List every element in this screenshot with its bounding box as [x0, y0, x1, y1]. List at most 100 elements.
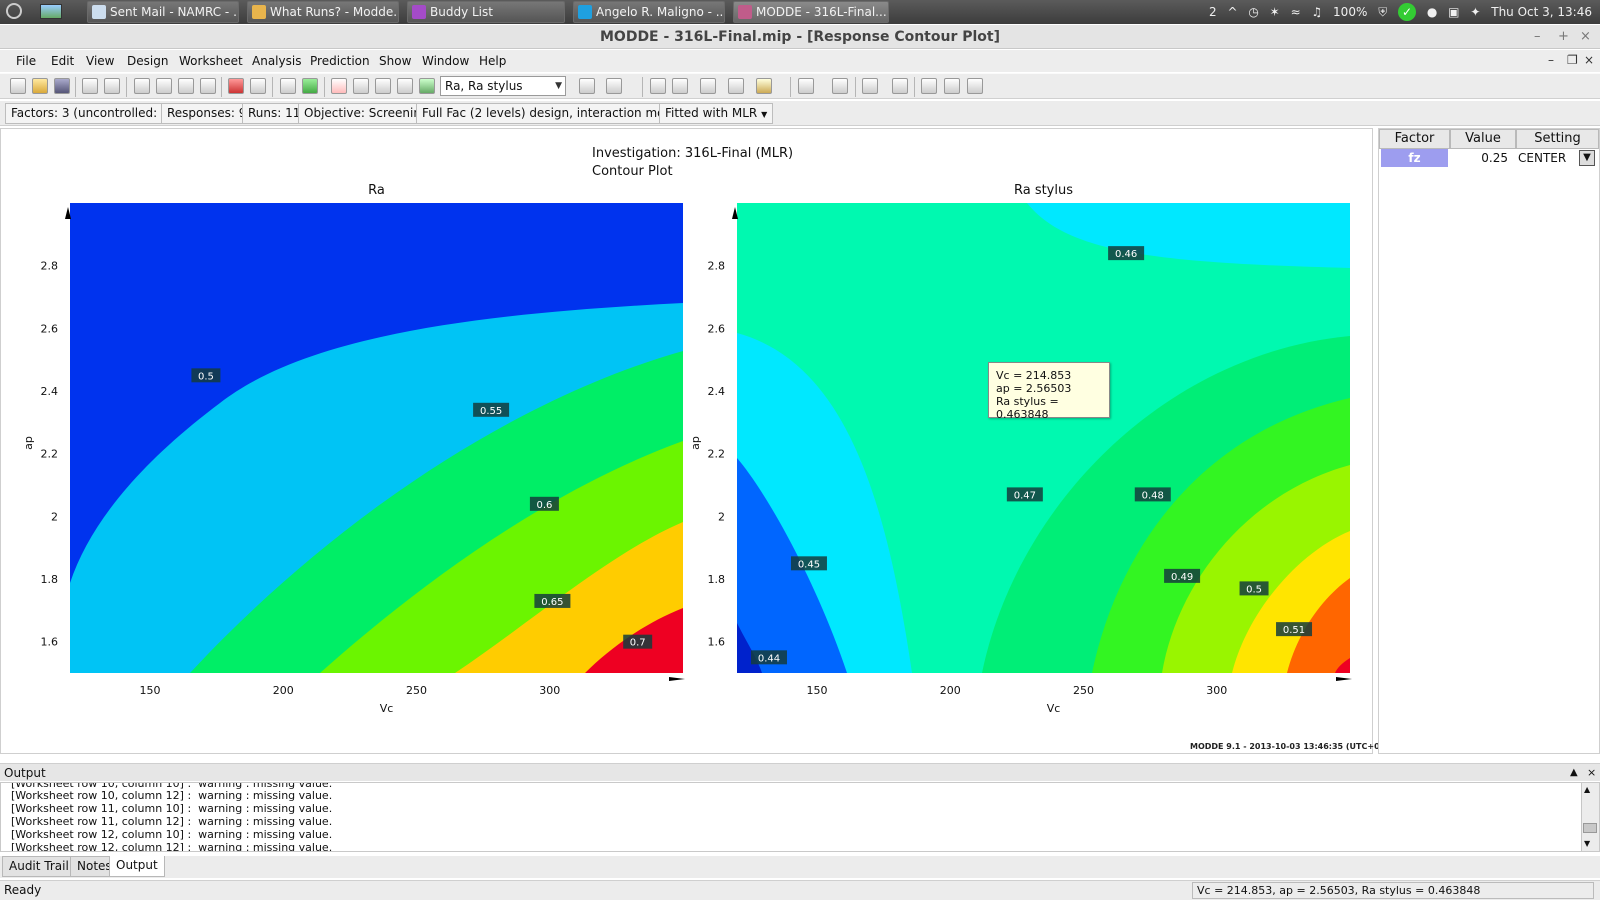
replicate-plot-icon[interactable]: [331, 78, 347, 94]
menu-design[interactable]: Design: [127, 54, 168, 68]
check-icon[interactable]: ✓: [1398, 3, 1417, 21]
histogram-icon[interactable]: [353, 78, 369, 94]
setting-header[interactable]: Setting: [1516, 129, 1599, 149]
zoom-out-icon[interactable]: [892, 78, 908, 94]
modde-icon: [738, 5, 752, 19]
clock-text[interactable]: Thu Oct 3, 13:46: [1491, 0, 1592, 24]
menu-view[interactable]: View: [86, 54, 114, 68]
battery-indicator[interactable]: 100%: [1333, 0, 1367, 24]
info-responses: Responses: 9: [161, 103, 253, 124]
fit-model-icon[interactable]: [280, 78, 296, 94]
tab-output[interactable]: Output: [109, 856, 165, 877]
volume-icon[interactable]: ♫: [1311, 0, 1322, 24]
taskbar-task-sent-mail[interactable]: Sent Mail - NAMRC - ...: [87, 1, 239, 23]
scroll-down-icon[interactable]: ▼: [1584, 839, 1590, 848]
output-close-icon[interactable]: ×: [1587, 764, 1596, 782]
record-icon[interactable]: ●: [1427, 0, 1437, 24]
menu-prediction[interactable]: Prediction: [310, 54, 370, 68]
factor-header[interactable]: Factor: [1379, 129, 1450, 149]
columns-icon[interactable]: [700, 78, 716, 94]
shield-icon[interactable]: ⛨: [1378, 0, 1387, 24]
open-folder-icon[interactable]: [32, 78, 48, 94]
pin-icon[interactable]: ▲: [1570, 764, 1578, 782]
bluetooth-icon[interactable]: ✶: [1270, 0, 1280, 24]
zoom-plot-icon[interactable]: [419, 78, 435, 94]
chat-icon: [412, 5, 426, 19]
factor-setting-cell[interactable]: CENTER: [1518, 149, 1578, 167]
mdi-restore-icon[interactable]: ❐: [1567, 53, 1578, 67]
toolbar: Ra, Ra stylus ▼: [0, 73, 1600, 99]
settings-gear-icon[interactable]: [6, 3, 22, 19]
menu-analysis[interactable]: Analysis: [252, 54, 301, 68]
copy-icon[interactable]: [156, 78, 172, 94]
maximize-icon[interactable]: +: [1558, 25, 1569, 49]
export-icon[interactable]: [967, 78, 983, 94]
output-log[interactable]: [Worksheet row 10, column 10] : warning …: [0, 782, 1600, 852]
scroll-thumb[interactable]: [1583, 823, 1597, 833]
coefficient-plot-icon[interactable]: [397, 78, 413, 94]
factor-value-cell[interactable]: 0.25: [1450, 149, 1512, 167]
menu-edit[interactable]: Edit: [51, 54, 74, 68]
taskbar-task-modde[interactable]: MODDE - 316L-Final...: [733, 1, 889, 23]
window-title: MODDE - 316L-Final.mip - [Response Conto…: [599, 29, 1000, 45]
info-fit-method[interactable]: Fitted with MLR ▼: [659, 103, 774, 124]
print-icon[interactable]: [82, 78, 98, 94]
save-icon[interactable]: [54, 78, 70, 94]
taskbar-task-what-runs[interactable]: What Runs? - Modde...: [247, 1, 399, 23]
scroll-up-icon[interactable]: ▲: [1584, 785, 1590, 794]
chevron-down-icon[interactable]: ▼: [555, 77, 562, 95]
output-scrollbar[interactable]: ▲ ▼: [1581, 783, 1599, 851]
clock-icon[interactable]: ◷: [1248, 0, 1258, 24]
notification-count[interactable]: 2: [1209, 0, 1217, 24]
menu-worksheet[interactable]: Worksheet: [179, 54, 243, 68]
output-panel-header: Output ▲ ×: [0, 763, 1600, 781]
chevron-down-icon[interactable]: ▼: [761, 110, 767, 119]
zoom-in-icon[interactable]: [862, 78, 878, 94]
worksheet-icon[interactable]: [250, 78, 266, 94]
paste-icon[interactable]: [178, 78, 194, 94]
undo-icon[interactable]: [200, 78, 216, 94]
model-icon[interactable]: [302, 78, 318, 94]
info-design: Full Fac (2 levels) design, interaction …: [416, 103, 689, 124]
help-icon[interactable]: [606, 78, 622, 94]
close-icon[interactable]: ×: [1580, 25, 1591, 49]
wizard-icon[interactable]: [228, 78, 244, 94]
log-line: [Worksheet row 10, column 12] : warning …: [11, 789, 333, 802]
app-icon[interactable]: ▣: [1448, 0, 1459, 24]
pointer-icon[interactable]: [798, 78, 814, 94]
factor-name-cell[interactable]: fz: [1381, 149, 1448, 167]
tab-audit-trail[interactable]: Audit Trail: [2, 856, 76, 877]
desktop-icon[interactable]: [40, 4, 62, 19]
response-selector-value: Ra, Ra stylus: [445, 79, 523, 93]
summary-plot-icon[interactable]: [375, 78, 391, 94]
print-preview-icon[interactable]: [104, 78, 120, 94]
list-view-icon[interactable]: [650, 78, 666, 94]
menu-help[interactable]: Help: [479, 54, 506, 68]
cut-icon[interactable]: [134, 78, 150, 94]
setting-dropdown-arrow-icon[interactable]: ▼: [1579, 150, 1595, 166]
taskbar-task-angelo[interactable]: Angelo R. Maligno - ...: [573, 1, 725, 23]
contour-plot-panel[interactable]: [0, 128, 1373, 754]
menu-show[interactable]: Show: [379, 54, 411, 68]
wifi-icon[interactable]: ≈: [1291, 0, 1301, 24]
new-file-icon[interactable]: [10, 78, 26, 94]
chevron-up-icon[interactable]: ^: [1227, 0, 1237, 24]
log-line: [Worksheet row 11, column 12] : warning …: [11, 815, 333, 828]
taskbar-task-buddy-list[interactable]: Buddy List: [407, 1, 565, 23]
report-icon[interactable]: [579, 78, 595, 94]
network-icon[interactable]: ✦: [1470, 0, 1480, 24]
table-view-icon[interactable]: [672, 78, 688, 94]
marker-icon[interactable]: [944, 78, 960, 94]
menu-bar: File Edit View Design Worksheet Analysis…: [0, 50, 1600, 72]
menu-file[interactable]: File: [16, 54, 36, 68]
response-selector[interactable]: Ra, Ra stylus ▼: [440, 76, 566, 96]
mdi-close-icon[interactable]: ×: [1584, 53, 1594, 67]
crosshair-icon[interactable]: [921, 78, 937, 94]
text-tool-icon[interactable]: [832, 78, 848, 94]
minimize-icon[interactable]: –: [1534, 25, 1541, 49]
plot-options-icon[interactable]: [756, 78, 772, 94]
mdi-minimize-icon[interactable]: –: [1548, 53, 1554, 67]
value-header[interactable]: Value: [1450, 129, 1516, 149]
question-icon[interactable]: [728, 78, 744, 94]
menu-window[interactable]: Window: [422, 54, 469, 68]
